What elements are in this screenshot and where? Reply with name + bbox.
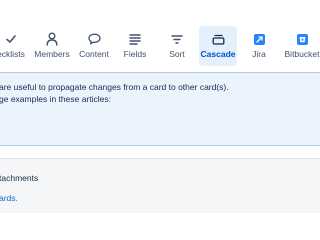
bitbucket-logo-icon — [296, 32, 308, 46]
cascade-info-panel: are useful to propagate changes from a c… — [0, 72, 320, 146]
list-lines-icon — [129, 32, 141, 46]
fields-label: Fields — [123, 49, 147, 59]
attachments-section: tachments ards. — [0, 159, 320, 213]
cards-link[interactable]: ards. — [0, 193, 18, 204]
bitbucket-label: Bitbucket — [284, 49, 320, 59]
bitbucket-button[interactable]: Bitbucket — [280, 26, 320, 66]
jira-label: Jira — [252, 49, 266, 59]
info-text-line-2: ge examples in these articles: — [0, 94, 111, 104]
speech-bubble-icon — [87, 32, 101, 46]
jira-logo-icon — [253, 32, 265, 46]
person-icon — [46, 32, 58, 46]
info-text-line-1: are useful to propagate changes from a c… — [0, 82, 229, 92]
attachments-label: tachments — [0, 173, 39, 183]
card-toolbar: ecklists Members Content Fields Sort Cas… — [0, 0, 320, 72]
jira-button[interactable]: Jira — [241, 26, 277, 66]
cascade-button[interactable]: Cascade — [199, 26, 237, 66]
fields-button[interactable]: Fields — [117, 26, 153, 66]
checklists-button[interactable]: ecklists — [0, 26, 36, 66]
sort-button[interactable]: Sort — [159, 26, 195, 66]
members-button[interactable]: Members — [32, 26, 72, 66]
checklists-label: ecklists — [0, 49, 25, 59]
members-label: Members — [34, 49, 70, 59]
content-button[interactable]: Content — [75, 26, 113, 66]
sort-icon — [171, 32, 183, 46]
content-label: Content — [79, 49, 109, 59]
checkmark-icon — [5, 32, 17, 46]
cascade-icon — [212, 32, 225, 46]
cascade-label: Cascade — [200, 49, 236, 59]
sort-label: Sort — [169, 49, 185, 59]
